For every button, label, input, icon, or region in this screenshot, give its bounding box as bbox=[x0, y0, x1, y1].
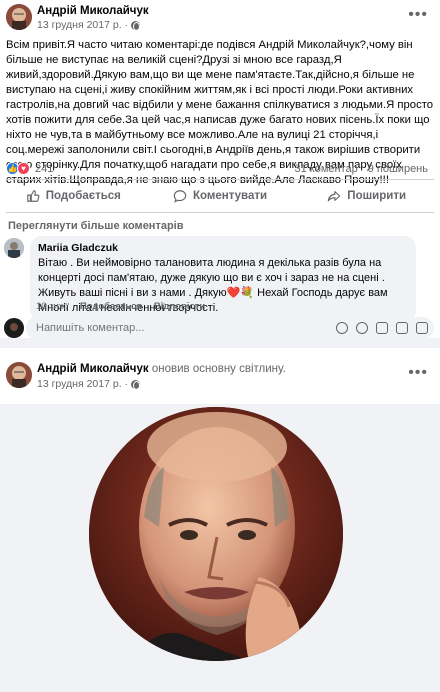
author-avatar[interactable] bbox=[6, 4, 32, 30]
post-card: Андрій Миколайчук оновив основну світлин… bbox=[0, 348, 440, 692]
globe-icon bbox=[131, 379, 141, 390]
comment-time[interactable]: 10 тиж. bbox=[36, 301, 68, 312]
profile-photo[interactable] bbox=[89, 407, 343, 661]
comment-button[interactable]: Коментувати bbox=[147, 181, 294, 211]
more-options-icon[interactable]: ••• bbox=[408, 365, 428, 381]
comment-composer[interactable] bbox=[26, 317, 434, 339]
post-card: Андрій Миколайчук 13 грудня 2017 р. · ••… bbox=[0, 0, 440, 339]
share-button[interactable]: Поширити bbox=[293, 181, 440, 211]
reactions-summary[interactable]: 👍 ♥ 241 bbox=[6, 162, 53, 175]
current-user-avatar[interactable] bbox=[4, 318, 24, 338]
comments-count[interactable]: 31 коментар bbox=[294, 163, 357, 175]
gif-icon[interactable] bbox=[396, 322, 408, 334]
share-arrow-icon bbox=[328, 191, 341, 202]
reaction-count: 241 bbox=[35, 162, 54, 175]
comment-reply-link[interactable]: Відповісти bbox=[154, 301, 205, 312]
camera-icon[interactable] bbox=[376, 322, 388, 334]
composer-tools bbox=[336, 322, 428, 334]
post-header: Андрій Миколайчук оновив основну світлин… bbox=[37, 363, 286, 375]
sticker-icon[interactable] bbox=[416, 322, 428, 334]
post-date-text: 13 грудня 2017 р. · bbox=[37, 19, 129, 31]
divider bbox=[6, 179, 434, 180]
post-date[interactable]: 13 грудня 2017 р. · bbox=[37, 378, 141, 390]
comment-bubble-icon bbox=[173, 190, 187, 203]
post-actions-bar: Подобається Коментувати Поширити bbox=[0, 181, 440, 211]
comment-meta: 10 тиж. Подобається Відповісти bbox=[36, 301, 205, 312]
emoji-icon[interactable] bbox=[356, 322, 368, 334]
globe-icon bbox=[131, 20, 141, 31]
shares-count[interactable]: 9 поширень bbox=[368, 163, 428, 175]
share-label: Поширити bbox=[347, 190, 407, 202]
comment-label: Коментувати bbox=[192, 190, 268, 202]
view-more-comments-link[interactable]: Переглянути більше коментарів bbox=[8, 220, 184, 232]
love-reaction-icon: ♥ bbox=[17, 162, 30, 175]
engagement-counts: 31 коментар 9 поширень bbox=[294, 163, 428, 175]
more-options-icon[interactable]: ••• bbox=[408, 7, 428, 23]
post-date[interactable]: 13 грудня 2017 р. · bbox=[37, 19, 141, 31]
commenter-avatar[interactable] bbox=[4, 238, 24, 258]
post-date-text: 13 грудня 2017 р. · bbox=[37, 378, 129, 390]
post-author[interactable]: Андрій Миколайчук bbox=[37, 363, 149, 375]
like-button[interactable]: Подобається bbox=[0, 181, 147, 211]
avatar-sticker-icon[interactable] bbox=[336, 322, 348, 334]
comment-author[interactable]: Mariia Gladczuk bbox=[38, 242, 408, 254]
author-avatar[interactable] bbox=[6, 362, 32, 388]
divider bbox=[6, 212, 434, 213]
thumbs-up-icon bbox=[26, 190, 40, 202]
post-author[interactable]: Андрій Миколайчук bbox=[37, 5, 149, 17]
like-label: Подобається bbox=[45, 190, 121, 202]
comment-input[interactable] bbox=[36, 322, 256, 334]
comment-like-link[interactable]: Подобається bbox=[80, 301, 142, 312]
profile-photo-area[interactable] bbox=[0, 404, 440, 692]
post-action-text: оновив основну світлину. bbox=[148, 363, 286, 375]
